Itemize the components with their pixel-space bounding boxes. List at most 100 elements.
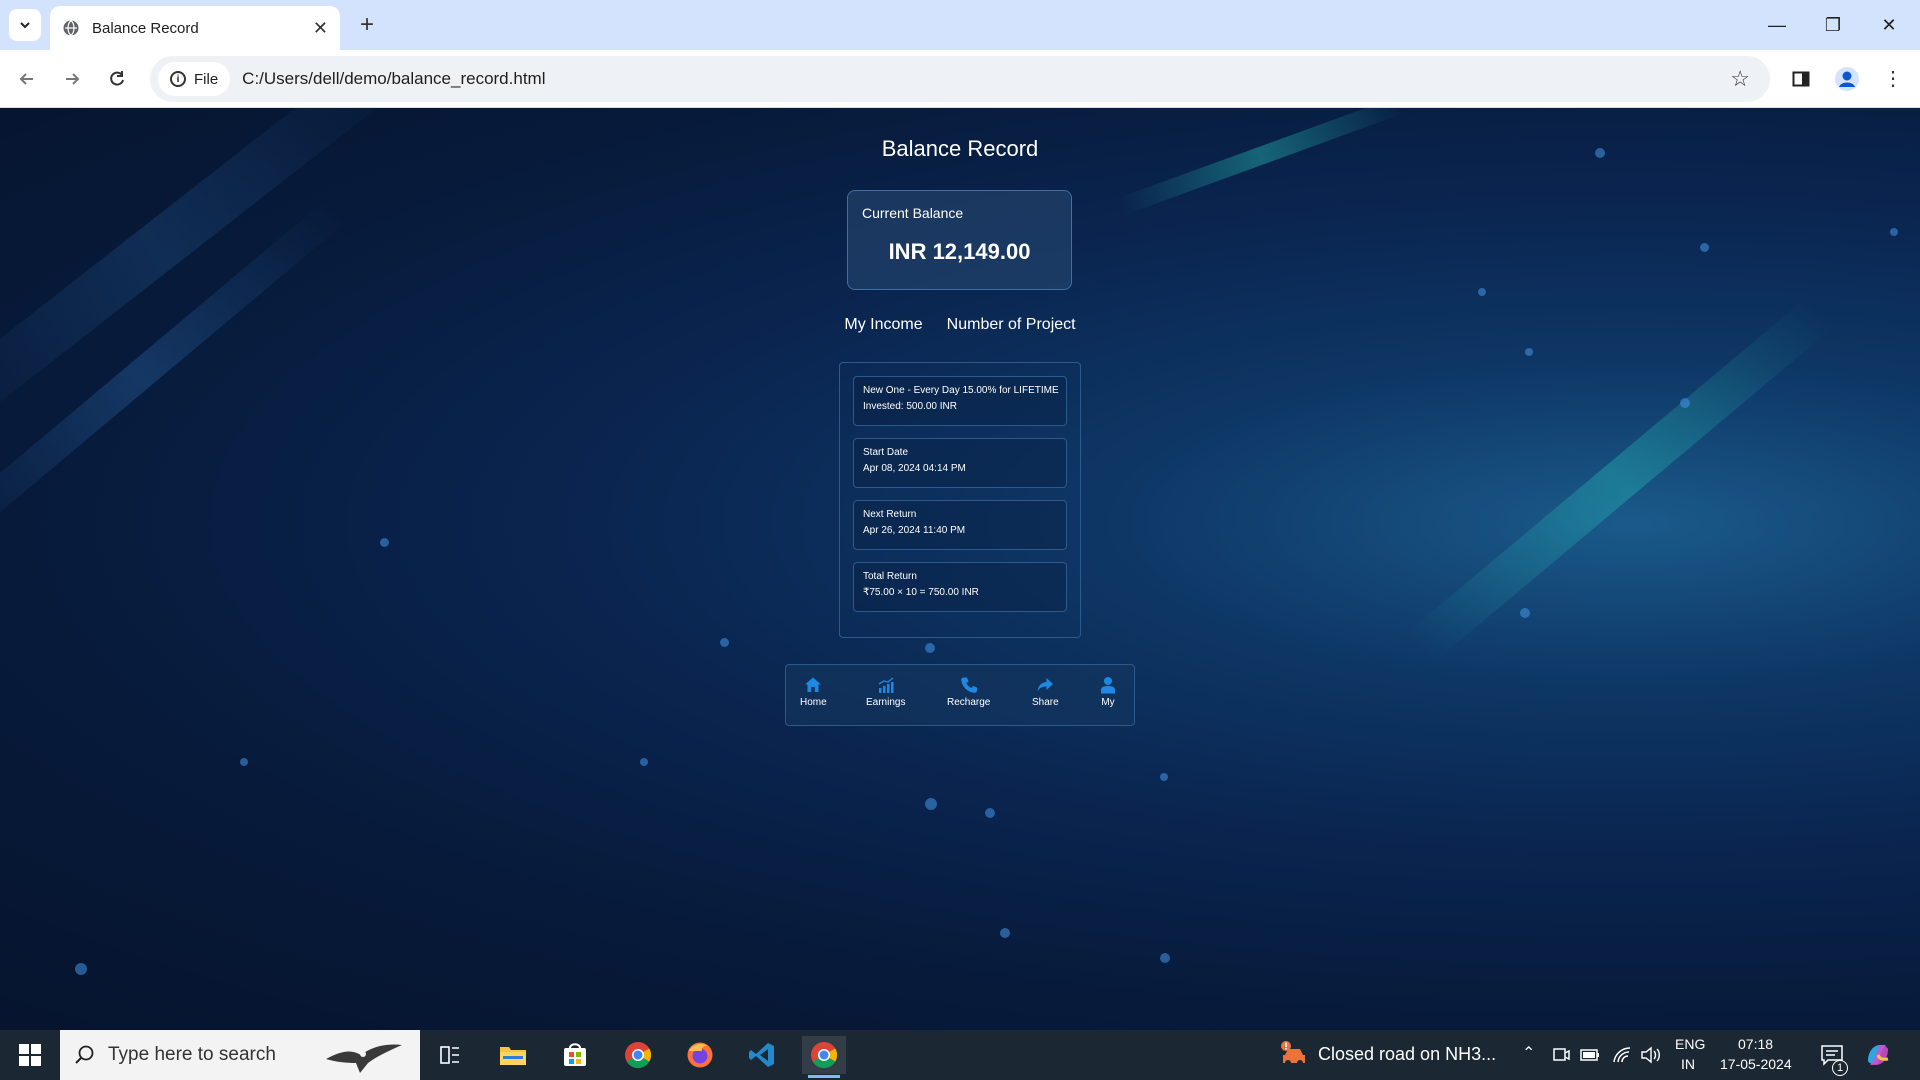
- region-indicator[interactable]: IN: [1681, 1056, 1695, 1072]
- background-dot: [75, 963, 87, 975]
- background-dot: [240, 758, 248, 766]
- taskbar: Type here to search Closed road on NH3..…: [0, 1030, 1920, 1080]
- url-text[interactable]: C:/Users/dell/demo/balance_record.html: [242, 69, 545, 89]
- nav-my-label: My: [1101, 697, 1115, 708]
- income-tabs: My Income Number of Project: [0, 316, 1920, 334]
- copilot-icon[interactable]: [1864, 1041, 1892, 1069]
- start-date-value: Apr 08, 2024 04:14 PM: [863, 463, 966, 474]
- tab-search-button[interactable]: [9, 9, 41, 41]
- start-button[interactable]: [10, 1040, 50, 1070]
- chrome-button[interactable]: [616, 1036, 660, 1074]
- address-bar[interactable]: i File C:/Users/dell/demo/balance_record…: [150, 56, 1770, 102]
- close-tab-icon[interactable]: ✕: [313, 18, 328, 39]
- nav-home-label: Home: [800, 697, 827, 708]
- traffic-alert-button[interactable]: [1272, 1036, 1316, 1074]
- nav-home[interactable]: Home: [800, 675, 827, 708]
- background-dot: [1890, 228, 1898, 236]
- user-icon: [1098, 675, 1118, 695]
- profile-icon: [1835, 67, 1859, 91]
- site-info-chip[interactable]: i File: [158, 62, 231, 96]
- side-panel-icon: [1792, 71, 1810, 87]
- background-dot: [1160, 773, 1168, 781]
- arrow-left-icon: [19, 73, 33, 85]
- page-content: Balance Record Current Balance INR 12,14…: [0, 108, 1920, 1030]
- next-return-value: Apr 26, 2024 11:40 PM: [863, 525, 966, 536]
- start-date-box: Start Date Apr 08, 2024 04:14 PM: [853, 438, 1067, 488]
- chart-icon: [876, 675, 896, 695]
- more-vertical-icon: ⋮: [1883, 68, 1903, 90]
- balance-label: Current Balance: [862, 205, 964, 221]
- vscode-button[interactable]: [740, 1036, 784, 1074]
- browser-tab[interactable]: Balance Record ✕: [50, 6, 340, 50]
- volume-icon[interactable]: [1640, 1046, 1662, 1064]
- language-indicator[interactable]: ENG: [1675, 1036, 1705, 1052]
- chevron-up-icon[interactable]: ⌃: [1522, 1043, 1535, 1063]
- background-dot: [1520, 608, 1530, 618]
- arrow-right-icon: [66, 73, 80, 85]
- wifi-icon[interactable]: [1612, 1046, 1632, 1064]
- nav-recharge-label: Recharge: [947, 697, 991, 708]
- nav-earnings[interactable]: Earnings: [866, 675, 905, 708]
- search-placeholder: Type here to search: [108, 1044, 276, 1065]
- background-dot: [720, 638, 729, 647]
- close-window-button[interactable]: ✕: [1866, 8, 1912, 42]
- clock-time[interactable]: 07:18: [1738, 1036, 1773, 1052]
- background-dot: [1160, 953, 1170, 963]
- bird-decoration-icon: [325, 1044, 402, 1073]
- share-icon: [1035, 675, 1055, 695]
- windows-icon: [19, 1044, 41, 1066]
- chevron-down-icon: [20, 22, 30, 29]
- notification-count-badge: 1: [1832, 1060, 1848, 1076]
- phone-icon: [959, 675, 979, 695]
- firefox-button[interactable]: [678, 1036, 722, 1074]
- forward-button[interactable]: [55, 62, 89, 96]
- background-dot: [925, 643, 935, 653]
- background-dot: [1700, 243, 1709, 252]
- plan-info-box: New One - Every Day 15.00% for LIFETIME …: [853, 376, 1067, 426]
- balance-card: Current Balance INR 12,149.00: [847, 190, 1072, 290]
- car-alert-icon: [1281, 1041, 1305, 1066]
- globe-icon: [63, 20, 79, 36]
- nav-recharge[interactable]: Recharge: [947, 675, 990, 708]
- minimize-button[interactable]: —: [1754, 8, 1800, 42]
- side-panel-button[interactable]: [1784, 62, 1818, 96]
- file-explorer-button[interactable]: [491, 1036, 535, 1074]
- nav-share[interactable]: Share: [1032, 675, 1059, 708]
- bookmark-star-icon[interactable]: ☆: [1730, 66, 1750, 92]
- project-panel: New One - Every Day 15.00% for LIFETIME …: [839, 362, 1081, 638]
- nav-earnings-label: Earnings: [866, 697, 906, 708]
- nav-share-label: Share: [1032, 697, 1059, 708]
- total-return-value: ₹75.00 × 10 = 750.00 INR: [863, 587, 979, 598]
- site-chip-label: File: [194, 70, 219, 88]
- new-tab-button[interactable]: +: [352, 10, 382, 40]
- task-view-icon: [440, 1046, 459, 1064]
- restore-button[interactable]: ❐: [1810, 8, 1856, 42]
- firefox-icon: [687, 1042, 713, 1068]
- clock-date[interactable]: 17-05-2024: [1720, 1056, 1792, 1072]
- page-title: Balance Record: [881, 136, 1039, 161]
- browser-menu-button[interactable]: ⋮: [1876, 62, 1910, 96]
- reload-button[interactable]: [100, 62, 134, 96]
- next-return-label: Next Return: [863, 509, 917, 520]
- background-dot: [1478, 288, 1486, 296]
- home-icon: [803, 675, 823, 695]
- traffic-notification[interactable]: Closed road on NH3...: [1318, 1044, 1496, 1065]
- task-view-button[interactable]: [428, 1036, 472, 1074]
- tab-title: Balance Record: [92, 19, 199, 37]
- tab-number-of-project[interactable]: Number of Project: [947, 316, 1076, 334]
- profile-button[interactable]: [1830, 62, 1864, 96]
- tab-my-income[interactable]: My Income: [844, 316, 922, 334]
- next-return-box: Next Return Apr 26, 2024 11:40 PM: [853, 500, 1067, 550]
- store-button[interactable]: [553, 1036, 597, 1074]
- battery-icon[interactable]: [1580, 1048, 1600, 1062]
- background-dot: [1680, 398, 1690, 408]
- taskbar-search[interactable]: Type here to search: [60, 1030, 420, 1080]
- background-dot: [380, 538, 389, 547]
- nav-my[interactable]: My: [1098, 675, 1118, 708]
- balance-value: INR 12,149.00: [888, 239, 1031, 264]
- meet-icon[interactable]: [1552, 1046, 1570, 1064]
- background-dot: [1525, 348, 1533, 356]
- plan-invested: Invested: 500.00 INR: [863, 401, 957, 412]
- chrome-active-button[interactable]: [802, 1036, 846, 1078]
- back-button[interactable]: [10, 62, 44, 96]
